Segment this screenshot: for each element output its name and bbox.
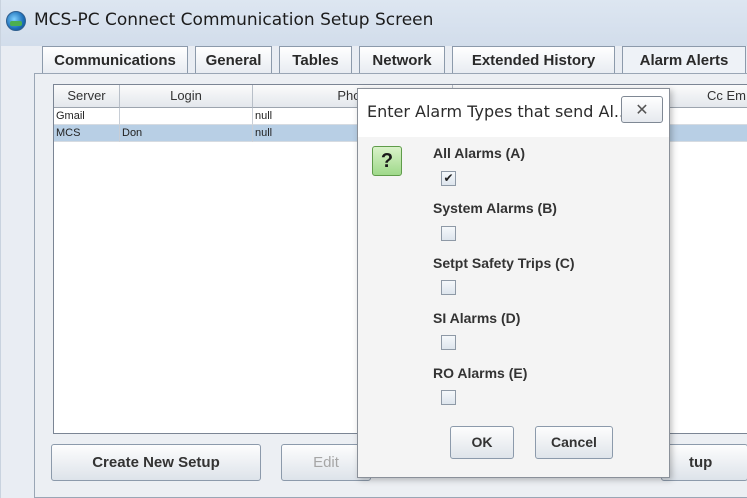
option-label-all-alarms: All Alarms (A) xyxy=(433,145,526,161)
option-label-ro-alarms: RO Alarms (E) xyxy=(433,365,528,381)
cancel-button[interactable]: Cancel xyxy=(535,426,613,459)
setup-button-partial[interactable]: tup xyxy=(661,444,747,481)
tab-communications[interactable]: Communications xyxy=(42,46,188,74)
create-new-setup-button[interactable]: Create New Setup xyxy=(51,444,261,481)
question-icon: ? xyxy=(372,146,402,176)
checkbox-ro-alarms[interactable] xyxy=(441,390,456,405)
tab-alarm-alerts[interactable]: Alarm Alerts xyxy=(622,46,746,74)
option-label-system-alarms: System Alarms (B) xyxy=(433,200,557,216)
cell-login: Don xyxy=(120,125,253,142)
dialog-title-bar: Enter Alarm Types that send Al... ✕ xyxy=(358,89,669,137)
cell-server: Gmail xyxy=(54,108,120,125)
option-label-si-alarms: SI Alarms (D) xyxy=(433,310,521,326)
tab-strip: Communications General Tables Network Ex… xyxy=(34,46,747,74)
tab-extended-history[interactable]: Extended History xyxy=(452,46,615,74)
column-header-login[interactable]: Login xyxy=(120,85,253,108)
checkbox-all-alarms[interactable]: ✔ xyxy=(441,171,456,186)
check-mark-icon: ✔ xyxy=(443,171,454,185)
ok-button[interactable]: OK xyxy=(450,426,514,459)
option-label-setpt-safety-trips: Setpt Safety Trips (C) xyxy=(433,255,575,271)
dialog-title: Enter Alarm Types that send Al... xyxy=(367,102,630,121)
checkbox-setpt-safety-trips[interactable] xyxy=(441,280,456,295)
tab-tables[interactable]: Tables xyxy=(279,46,352,74)
cell-server: MCS xyxy=(54,125,120,142)
tab-general[interactable]: General xyxy=(195,46,272,74)
window-title: MCS-PC Connect Communication Setup Scree… xyxy=(34,10,434,30)
tab-network[interactable]: Network xyxy=(359,46,445,74)
checkbox-si-alarms[interactable] xyxy=(441,335,456,350)
title-bar: MCS-PC Connect Communication Setup Scree… xyxy=(1,0,747,46)
column-header-server[interactable]: Server xyxy=(54,85,120,108)
close-button[interactable]: ✕ xyxy=(621,96,663,123)
alarm-types-dialog: Enter Alarm Types that send Al... ✕ ? Al… xyxy=(357,88,670,478)
close-icon: ✕ xyxy=(635,100,649,119)
cell-login xyxy=(120,108,253,125)
app-globe-icon xyxy=(6,11,26,31)
checkbox-system-alarms[interactable] xyxy=(441,226,456,241)
